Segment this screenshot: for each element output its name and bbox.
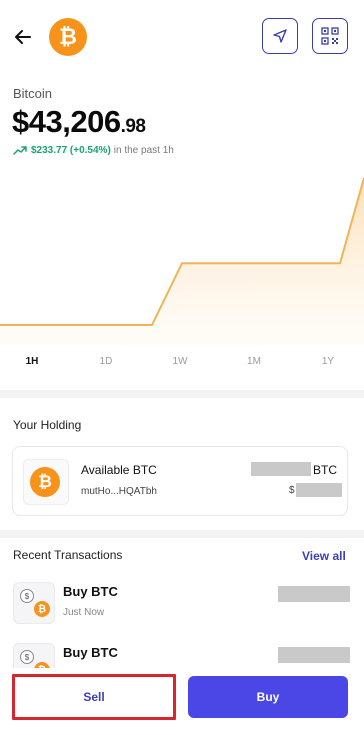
redacted-amount [278,647,350,663]
action-bar: Sell Buy [0,668,364,735]
redacted-fiat-value [296,483,342,497]
back-button[interactable] [10,24,36,50]
trend-up-icon [13,145,27,155]
change-period: in the past 1h [113,145,174,156]
arrow-left-icon [15,30,31,44]
buy-button[interactable]: Buy [188,676,348,718]
bitcoin-icon: ₿ [34,601,50,617]
holding-fiat-prefix: $ [289,485,295,496]
holding-card[interactable]: ₿ Available BTC mutHo...HQATbh BTC $ [12,446,348,516]
range-tab-1y[interactable]: 1Y [313,356,343,367]
asset-name: Bitcoin [13,86,53,101]
holding-label: Available BTC [81,463,157,477]
redacted-amount [278,586,350,602]
transactions-section-title: Recent Transactions [13,548,123,562]
redacted-balance [251,462,311,476]
bitcoin-logo-icon: ₿ [49,18,87,56]
sell-button[interactable]: Sell [12,674,176,720]
range-tab-1h[interactable]: 1H [17,356,47,367]
change-amount: $233.77 (+0.54%) [31,145,111,156]
send-icon [273,29,287,43]
transaction-title: Buy BTC [63,584,118,599]
transaction-time: Just Now [63,607,105,618]
wallet-address: mutHo...HQATbh [81,486,157,497]
divider [0,530,364,538]
view-all-link[interactable]: View all [302,549,346,563]
holding-unit: BTC [313,463,337,477]
transaction-title: Buy BTC [63,645,118,660]
price-change: $233.77 (+0.54%) in the past 1h [13,145,174,156]
time-range-tabs: 1H 1D 1W 1M 1Y [0,356,364,376]
buy-transaction-icon: $ ₿ [13,582,55,624]
range-tab-1w[interactable]: 1W [165,356,195,367]
qr-code-button[interactable] [312,18,348,54]
range-tab-1d[interactable]: 1D [91,356,121,367]
qr-code-icon [321,27,339,45]
price-chart [0,177,364,345]
dollar-icon: $ [20,650,34,664]
chart-area [0,178,364,345]
header: ₿ [0,0,364,76]
dollar-icon: $ [20,589,34,603]
send-button[interactable] [262,18,298,54]
transaction-row[interactable]: $ ₿ Buy BTC Just Now [0,582,364,636]
range-tab-1m[interactable]: 1M [239,356,269,367]
bitcoin-icon: ₿ [30,467,60,497]
holding-section-title: Your Holding [13,418,82,432]
asset-price: $43,206.98 [12,104,146,140]
price-main: $43,206 [12,104,121,139]
divider [0,390,364,398]
price-cents: .98 [120,116,146,137]
